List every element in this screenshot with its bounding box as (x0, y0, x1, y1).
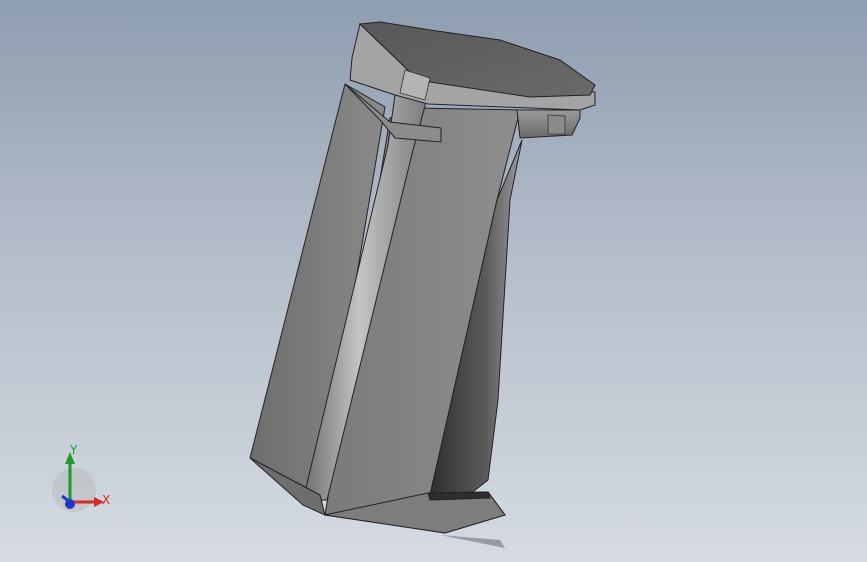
cap-boss (547, 114, 566, 135)
x-axis-label: X (102, 493, 110, 507)
3d-model-view[interactable] (0, 0, 867, 562)
coordinate-triad: Y X (52, 443, 110, 512)
model-shadow (440, 535, 505, 548)
foot-slot (427, 491, 491, 501)
y-axis-label: Y (69, 443, 78, 457)
z-axis-origin (65, 499, 75, 509)
graphics-viewport[interactable]: Y X (0, 0, 867, 562)
